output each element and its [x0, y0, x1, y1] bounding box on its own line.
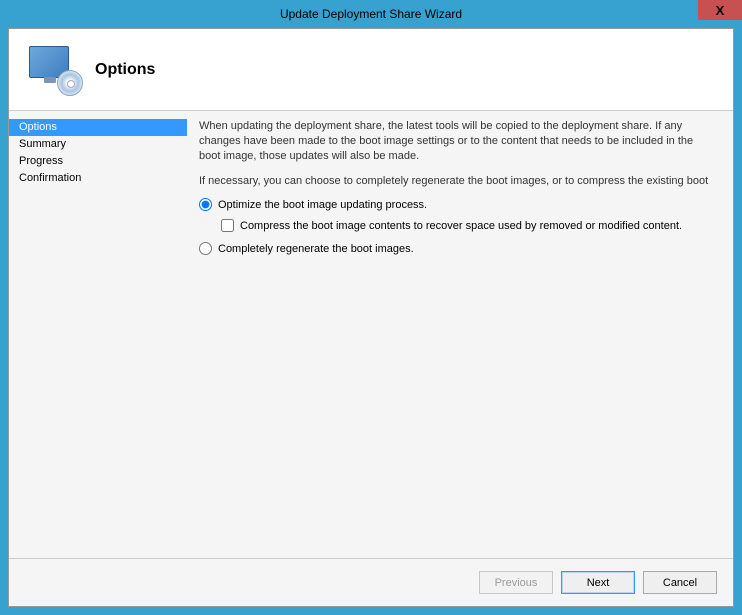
sidebar-item-options[interactable]: Options	[9, 119, 187, 136]
page-title: Options	[95, 61, 155, 79]
wizard-header: Options	[9, 29, 733, 111]
previous-button: Previous	[479, 571, 553, 594]
wizard-body: Options Summary Progress Confirmation Wh…	[9, 111, 733, 558]
checkbox-compress[interactable]	[221, 219, 234, 232]
option-optimize[interactable]: Optimize the boot image updating process…	[199, 198, 715, 211]
deployment-icon	[29, 46, 77, 94]
sidebar-item-label: Confirmation	[19, 172, 81, 184]
description-para-1: When updating the deployment share, the …	[199, 119, 715, 164]
sidebar-item-label: Options	[19, 121, 57, 133]
next-button[interactable]: Next	[561, 571, 635, 594]
wizard-window: Update Deployment Share Wizard X Options…	[0, 0, 742, 615]
sidebar-item-progress[interactable]: Progress	[9, 153, 187, 170]
sidebar-item-label: Progress	[19, 155, 63, 167]
option-compress[interactable]: Compress the boot image contents to reco…	[221, 219, 715, 232]
sidebar: Options Summary Progress Confirmation	[9, 111, 187, 558]
cancel-button[interactable]: Cancel	[643, 571, 717, 594]
content-pane: When updating the deployment share, the …	[187, 111, 733, 558]
window-title: Update Deployment Share Wizard	[0, 7, 742, 21]
radio-optimize-label: Optimize the boot image updating process…	[218, 199, 427, 211]
wizard-footer: Previous Next Cancel	[9, 558, 733, 606]
radio-regenerate[interactable]	[199, 242, 212, 255]
window-inner: Options Options Summary Progress Confirm…	[8, 28, 734, 607]
close-icon: X	[716, 3, 725, 18]
description-para-2: If necessary, you can choose to complete…	[199, 174, 715, 189]
titlebar: Update Deployment Share Wizard X	[0, 0, 742, 28]
close-button[interactable]: X	[698, 0, 742, 20]
option-regenerate[interactable]: Completely regenerate the boot images.	[199, 242, 715, 255]
radio-regenerate-label: Completely regenerate the boot images.	[218, 243, 414, 255]
sidebar-item-confirmation[interactable]: Confirmation	[9, 170, 187, 187]
checkbox-compress-label: Compress the boot image contents to reco…	[240, 220, 682, 232]
sidebar-item-summary[interactable]: Summary	[9, 136, 187, 153]
sidebar-item-label: Summary	[19, 138, 66, 150]
radio-optimize[interactable]	[199, 198, 212, 211]
